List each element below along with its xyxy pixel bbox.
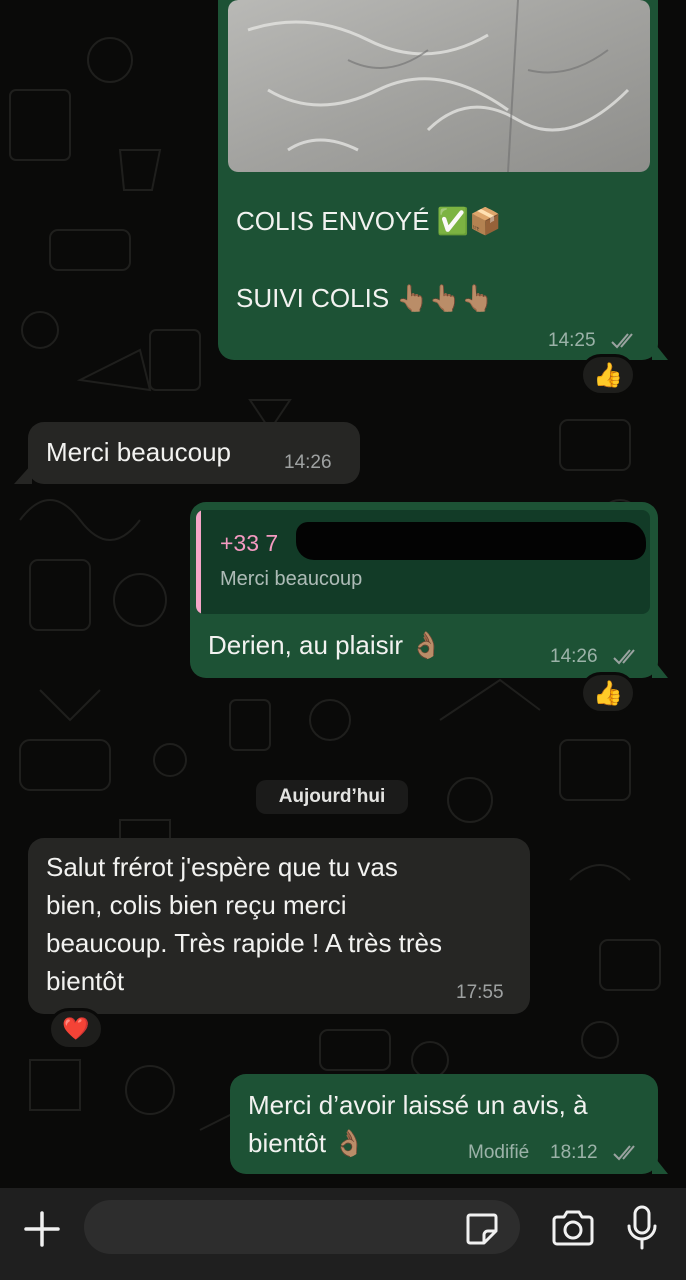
caption-line-2: SUIVI COLIS 👆🏽👆🏽👆🏽	[236, 283, 494, 313]
bubble-tail	[652, 658, 668, 678]
message-line-3: beaucoup. Très rapide ! A très très	[46, 928, 443, 958]
reaction-emoji: 👍	[593, 361, 623, 389]
caption-line-1: COLIS ENVOYÉ ✅📦	[236, 206, 502, 236]
thumbs-up-reaction[interactable]: 👍	[580, 672, 636, 714]
reaction-emoji: ❤️	[62, 1016, 90, 1041]
bubble-tail	[14, 464, 32, 484]
message-line-2: bien, colis bien reçu merci	[46, 890, 347, 920]
message-input[interactable]	[84, 1200, 520, 1254]
message-line-1: Salut frérot j'espère que tu vas	[46, 852, 398, 882]
reaction-emoji: 👍	[593, 679, 623, 707]
quote-accent-bar	[196, 510, 201, 614]
date-separator: Aujourd’hui	[256, 780, 408, 814]
message-line-4: bientôt	[46, 966, 125, 996]
chat-screen: COLIS ENVOYÉ ✅📦 SUIVI COLIS 👆🏽👆🏽👆🏽 14:25…	[0, 0, 686, 1280]
microphone-icon[interactable]	[622, 1204, 662, 1252]
sticker-icon[interactable]	[462, 1209, 502, 1249]
message-line-2: bientôt 👌🏽	[248, 1128, 366, 1158]
read-receipt-icon	[611, 333, 633, 349]
quoted-sender: +33 7	[220, 530, 279, 556]
outgoing-message-package-sent[interactable]: COLIS ENVOYÉ ✅📦 SUIVI COLIS 👆🏽👆🏽👆🏽 14:25	[218, 0, 658, 360]
camera-icon[interactable]	[550, 1208, 596, 1248]
outgoing-message-avis[interactable]: Merci d’avoir laissé un avis, à bientôt …	[230, 1074, 658, 1174]
bubble-tail	[652, 1154, 668, 1174]
message-time: 14:25	[548, 330, 596, 351]
message-time: 17:55	[456, 982, 504, 1003]
incoming-message-merci[interactable]: Merci beaucoup 14:26	[28, 422, 360, 484]
quoted-text: Merci beaucoup	[220, 568, 363, 590]
read-receipt-icon	[613, 649, 635, 665]
bubble-tail	[652, 340, 668, 360]
message-text: Derien, au plaisir 👌🏽	[208, 630, 443, 660]
edited-label: Modifié	[468, 1142, 530, 1163]
message-time: 18:12	[550, 1142, 598, 1163]
message-time: 14:26	[284, 452, 332, 473]
message-line-1: Merci d’avoir laissé un avis, à	[248, 1090, 588, 1120]
message-text: Merci beaucoup	[46, 437, 231, 467]
package-photo[interactable]	[228, 0, 650, 172]
message-time: 14:26	[550, 646, 598, 667]
heart-reaction[interactable]: ❤️	[48, 1008, 104, 1050]
read-receipt-icon	[613, 1145, 635, 1161]
incoming-message-salut[interactable]: Salut frérot j'espère que tu vas bien, c…	[28, 838, 530, 1014]
thumbs-up-reaction[interactable]: 👍	[580, 354, 636, 396]
redacted-phone-number	[296, 522, 646, 560]
plus-icon[interactable]	[18, 1205, 66, 1253]
